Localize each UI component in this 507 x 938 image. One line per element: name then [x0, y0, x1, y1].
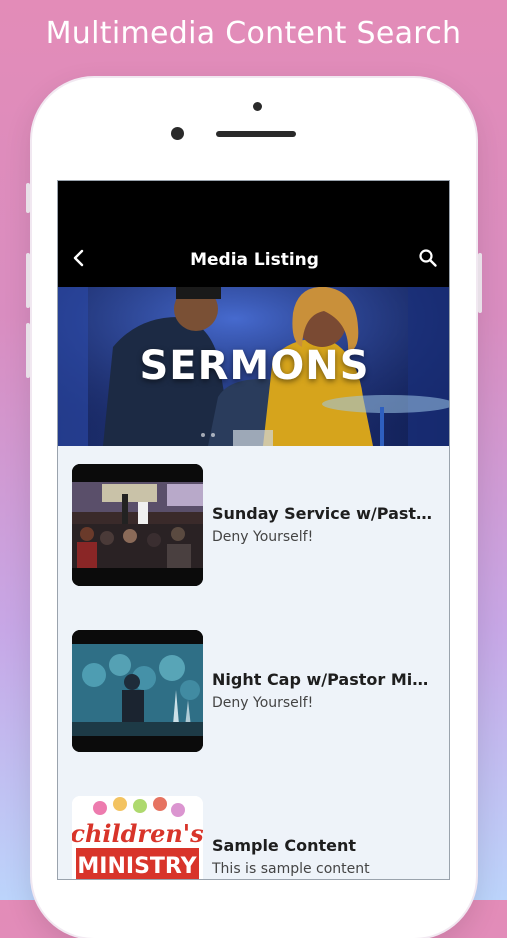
- chevron-left-icon[interactable]: [68, 247, 90, 269]
- hero-banner[interactable]: SERMONS: [58, 287, 449, 446]
- media-thumbnail: children's MINISTRY: [72, 796, 203, 879]
- list-item[interactable]: children's MINISTRY Sample Content This …: [58, 796, 449, 879]
- item-title: Night Cap w/Pastor Mike…: [212, 670, 438, 689]
- phone-camera: [171, 127, 184, 140]
- list-item[interactable]: Sunday Service w/Pastor… Deny Yourself!: [58, 464, 449, 588]
- item-subtitle: This is sample content: [212, 861, 370, 877]
- search-icon[interactable]: [417, 247, 439, 269]
- item-subtitle: Deny Yourself!: [212, 529, 314, 545]
- svg-text:MINISTRY: MINISTRY: [77, 854, 197, 879]
- phone-power-button: [478, 253, 482, 313]
- phone-side-button: [26, 183, 30, 213]
- phone-sensor: [253, 102, 262, 111]
- item-subtitle: Deny Yourself!: [212, 695, 314, 711]
- app-screen: Media Listing SERMONS Sunday Service w/P…: [57, 180, 450, 880]
- phone-volume-up: [26, 253, 30, 308]
- hero-title: SERMONS: [139, 343, 370, 389]
- media-list: Sunday Service w/Pastor… Deny Yourself!: [58, 446, 449, 879]
- media-thumbnail: [72, 630, 203, 752]
- phone-volume-down: [26, 323, 30, 378]
- svg-text:children's: children's: [72, 819, 203, 848]
- list-item[interactable]: Night Cap w/Pastor Mike… Deny Yourself!: [58, 630, 449, 754]
- item-title: Sunday Service w/Pastor…: [212, 504, 438, 523]
- media-thumbnail: [72, 464, 203, 586]
- item-title: Sample Content: [212, 836, 357, 855]
- phone-speaker: [216, 131, 296, 137]
- childrens-ministry-logo: children's MINISTRY: [72, 796, 203, 879]
- promo-title: Multimedia Content Search: [45, 16, 462, 51]
- page-title: Media Listing: [190, 250, 319, 270]
- app-bar: Media Listing: [58, 181, 449, 287]
